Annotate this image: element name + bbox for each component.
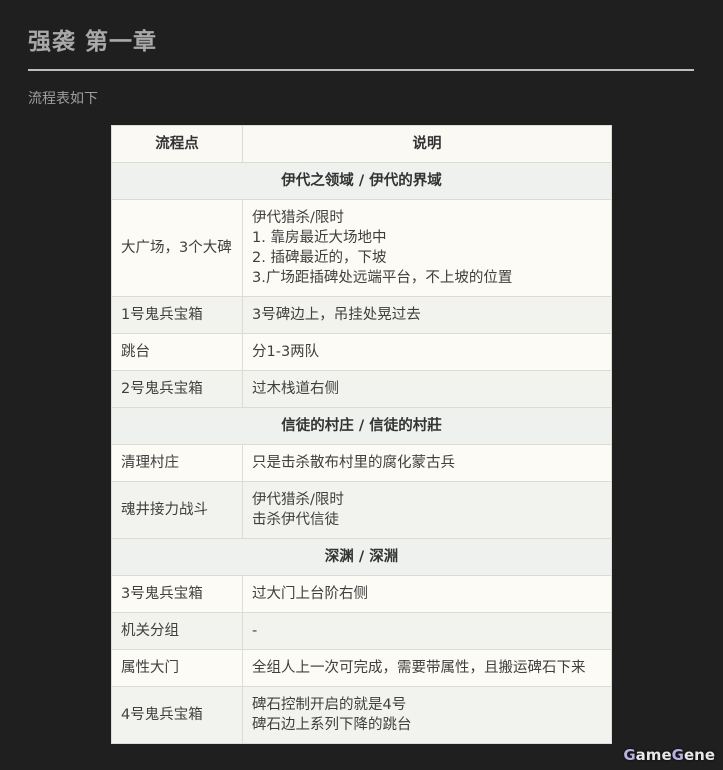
section-title: 伊代之领域 / 伊代的界域 (111, 162, 612, 200)
page-title: 强袭 第一章 (28, 29, 158, 55)
cell-desc: 全组人上一次可完成，需要带属性，且搬运碑石下来 (242, 649, 612, 687)
cell-point: 跳台 (111, 333, 243, 371)
table-row: 2号鬼兵宝箱 过木栈道右侧 (111, 370, 612, 408)
section-title: 信徒的村庄 / 信徒的村莊 (111, 407, 612, 445)
table-row: 4号鬼兵宝箱 碑石控制开启的就是4号 碑石边上系列下降的跳台 (111, 686, 612, 744)
cell-desc: 过大门上台阶右侧 (242, 575, 612, 613)
walkthrough-table: 流程点 说明 伊代之领域 / 伊代的界域 大广场，3个大碑 伊代猎杀/限时 1. 靠房… (111, 125, 612, 744)
cell-point: 2号鬼兵宝箱 (111, 370, 243, 408)
cell-desc: 伊代猎杀/限时 1. 靠房最近大场地中 2. 插碑最近的，下坡 3.广场距插碑处远端平… (242, 199, 612, 297)
cell-desc: 伊代猎杀/限时 击杀伊代信徒 (242, 481, 612, 539)
cell-point: 清理村庄 (111, 444, 243, 482)
table-row: 3号鬼兵宝箱 过大门上台阶右侧 (111, 575, 612, 613)
column-header-point: 流程点 (111, 125, 243, 163)
desc-line: 全组人上一次可完成，需要带属性，且搬运碑石下来 (252, 660, 586, 676)
table-row: 属性大门 全组人上一次可完成，需要带属性，且搬运碑石下来 (111, 649, 612, 687)
cell-desc: 3号碑边上，吊挂处晃过去 (242, 296, 612, 334)
table-header-row: 流程点 说明 (111, 125, 612, 163)
cell-point: 3号鬼兵宝箱 (111, 575, 243, 613)
column-header-desc: 说明 (242, 125, 612, 163)
cell-point: 1号鬼兵宝箱 (111, 296, 243, 334)
desc-line: 伊代猎杀/限时 (252, 210, 344, 226)
desc-line: 3号碑边上，吊挂处晃过去 (252, 307, 421, 323)
table-row: 跳台 分1-3两队 (111, 333, 612, 371)
desc-line: 碑石控制开启的就是4号 (252, 697, 407, 713)
section-title: 深渊 / 深淵 (111, 538, 612, 576)
desc-line: 伊代猎杀/限时 (252, 492, 344, 508)
section-row: 深渊 / 深淵 (111, 538, 612, 576)
cell-desc: - (242, 612, 612, 650)
cell-point: 属性大门 (111, 649, 243, 687)
title-divider (28, 69, 694, 71)
cell-point: 机关分组 (111, 612, 243, 650)
section-row: 信徒的村庄 / 信徒的村莊 (111, 407, 612, 445)
cell-desc: 分1-3两队 (242, 333, 612, 371)
desc-line: 只是击杀散布村里的腐化蒙古兵 (252, 455, 455, 471)
table-body: 伊代之领域 / 伊代的界域 大广场，3个大碑 伊代猎杀/限时 1. 靠房最近大场地中 2… (111, 162, 612, 744)
desc-line: 1. 靠房最近大场地中 (252, 230, 387, 246)
cell-point: 大广场，3个大碑 (111, 199, 243, 297)
desc-line: 过大门上台阶右侧 (252, 586, 368, 602)
cell-point: 魂井接力战斗 (111, 481, 243, 539)
cell-desc: 过木栈道右侧 (242, 370, 612, 408)
cell-desc: 碑石控制开启的就是4号 碑石边上系列下降的跳台 (242, 686, 612, 744)
desc-line: 分1-3两队 (252, 344, 320, 360)
desc-line: 碑石边上系列下降的跳台 (252, 717, 412, 733)
desc-line: 2. 插碑最近的，下坡 (252, 250, 387, 266)
table-row: 大广场，3个大碑 伊代猎杀/限时 1. 靠房最近大场地中 2. 插碑最近的，下坡 3.广… (111, 199, 612, 297)
intro-text: 流程表如下 (28, 91, 98, 107)
desc-line: 击杀伊代信徒 (252, 512, 339, 528)
watermark-logo: GameGene (623, 746, 715, 764)
table-row: 机关分组 - (111, 612, 612, 650)
table-row: 1号鬼兵宝箱 3号碑边上，吊挂处晃过去 (111, 296, 612, 334)
table-row: 魂井接力战斗 伊代猎杀/限时 击杀伊代信徒 (111, 481, 612, 539)
table-row: 清理村庄 只是击杀散布村里的腐化蒙古兵 (111, 444, 612, 482)
section-row: 伊代之领域 / 伊代的界域 (111, 162, 612, 200)
cell-point: 4号鬼兵宝箱 (111, 686, 243, 744)
desc-line: - (252, 623, 258, 639)
desc-line: 3.广场距插碑处远端平台，不上坡的位置 (252, 270, 513, 286)
cell-desc: 只是击杀散布村里的腐化蒙古兵 (242, 444, 612, 482)
desc-line: 过木栈道右侧 (252, 381, 339, 397)
